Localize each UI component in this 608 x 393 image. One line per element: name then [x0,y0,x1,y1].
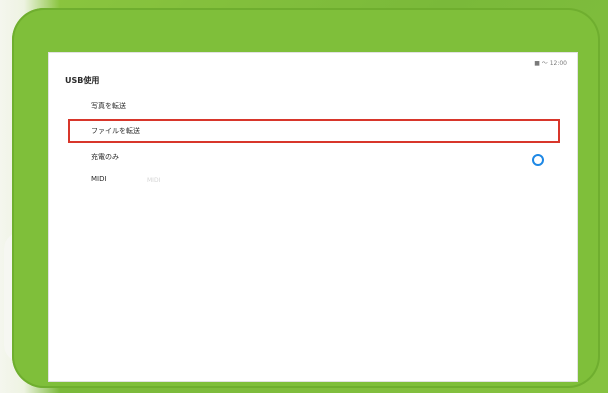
selected-radio-icon[interactable] [532,154,544,166]
device-frame: ■ 〜 12:00 USB使用 写真を転送 ファイルを転送 充電のみ MIDI … [0,0,608,393]
faint-text: MIDI [147,177,161,184]
option-file-transfer[interactable]: ファイルを転送 [91,126,140,136]
option-photo-transfer[interactable]: 写真を転送 [91,101,126,111]
usb-settings-screen: ■ 〜 12:00 USB使用 写真を転送 ファイルを転送 充電のみ MIDI … [48,52,578,382]
option-midi[interactable]: MIDI [91,175,107,183]
page-title: USB使用 [65,76,100,85]
status-bar: ■ 〜 12:00 [534,60,567,67]
highlight-box [68,119,560,143]
option-charge-only[interactable]: 充電のみ [91,152,119,162]
